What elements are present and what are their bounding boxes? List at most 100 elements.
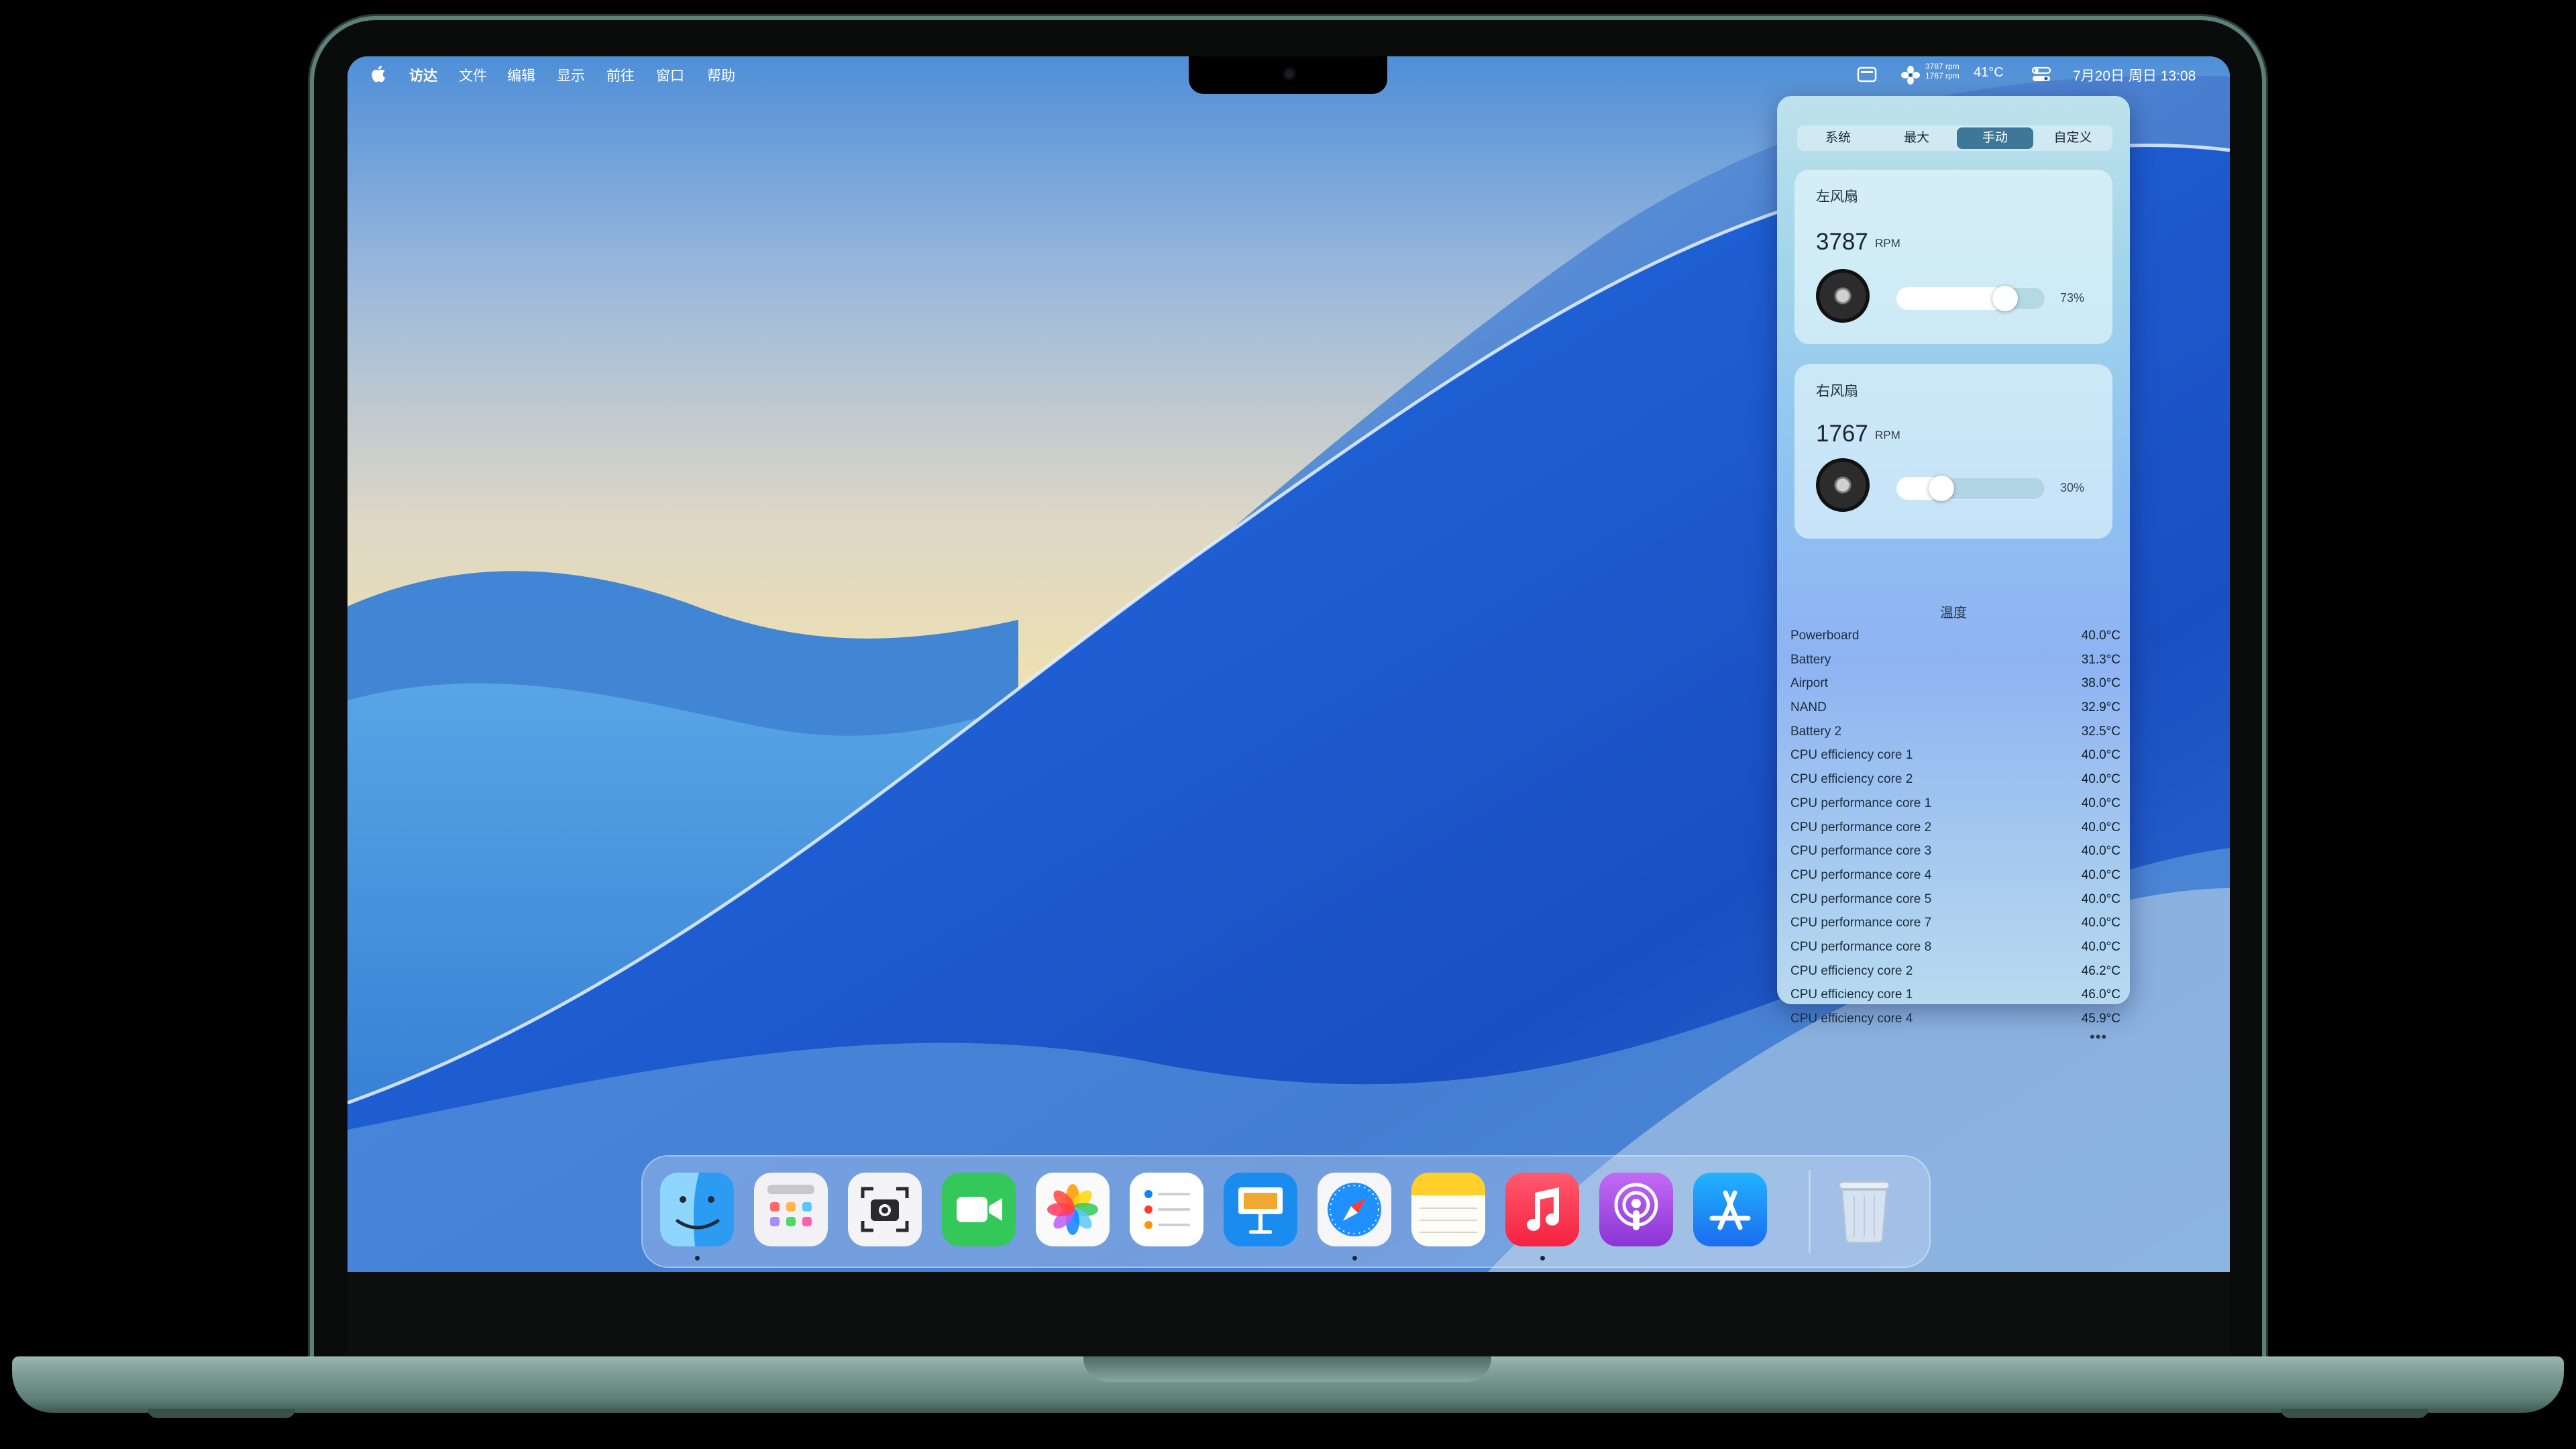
left-fan-slider-knob[interactable]	[1992, 286, 2018, 311]
keynote-icon[interactable]	[1224, 1173, 1297, 1246]
right-fan-rpm-unit: RPM	[1875, 429, 1900, 441]
launchpad-icon[interactable]	[754, 1173, 828, 1246]
temperature-sensor-value: 40.0°C	[2081, 916, 2121, 930]
temperature-row: CPU performance core 3 40.0°C	[1790, 844, 2121, 868]
reminders-icon[interactable]	[1130, 1173, 1203, 1246]
temperature-sensor-name: CPU efficiency core 2	[1790, 963, 1913, 978]
temperature-row: Powerboard 40.0°C	[1790, 629, 2121, 653]
menu-edit[interactable]: 编辑	[507, 65, 535, 85]
fan-speed-line-right: 1767 rpm	[1925, 71, 1960, 80]
temperature-sensor-name: CPU performance core 8	[1790, 939, 1932, 954]
temperature-sensor-name: CPU efficiency core 4	[1790, 1012, 1913, 1026]
temperature-sensor-name: Battery	[1790, 652, 1831, 667]
temperature-sensor-value: 40.0°C	[2081, 867, 2121, 882]
left-fan-title: 左风扇	[1816, 189, 1858, 205]
temperature-sensor-value: 40.0°C	[2081, 844, 2121, 859]
temperature-sensor-value: 32.5°C	[2081, 724, 2121, 739]
left-fan-rpm-unit: RPM	[1875, 237, 1900, 250]
menu-window[interactable]: 窗口	[656, 65, 684, 85]
temperature-row: CPU performance core 7 40.0°C	[1790, 916, 2121, 940]
temperature-row: Airport 38.0°C	[1790, 676, 2121, 700]
fan-speed-line-left: 3787 rpm	[1925, 62, 1960, 71]
temperature-sensor-value: 38.0°C	[2081, 676, 2121, 691]
laptop-foot-left	[148, 1409, 295, 1418]
temperature-row: CPU performance core 1 40.0°C	[1790, 796, 2121, 820]
window-status-icon[interactable]	[1857, 66, 1877, 83]
screen: 访达 文件 编辑 显示 前往 窗口 帮助 3787 rpm 1767 rpm 4…	[347, 56, 2230, 1272]
mode-max-button[interactable]: 最大	[1878, 127, 1955, 149]
laptop-bezel-bottom	[347, 1272, 2230, 1366]
safari-icon[interactable]	[1318, 1173, 1391, 1246]
safari-running-indicator	[1352, 1256, 1357, 1260]
temperature-sensor-name: Powerboard	[1790, 629, 1860, 643]
right-fan-percent: 30%	[2060, 481, 2085, 494]
fan-icon	[1816, 458, 1870, 512]
right-fan-slider-knob[interactable]	[1929, 476, 1954, 501]
temperature-sensor-name: CPU efficiency core 1	[1790, 987, 1913, 1002]
dock-separator	[1809, 1170, 1811, 1253]
music-running-indicator	[1540, 1256, 1545, 1260]
temperature-row: CPU efficiency core 1 46.0°C	[1790, 987, 2121, 1012]
notes-icon[interactable]	[1411, 1173, 1485, 1246]
screenshot-icon[interactable]	[848, 1173, 922, 1246]
left-fan-percent: 73%	[2060, 291, 2085, 305]
facetime-icon[interactable]	[942, 1173, 1016, 1246]
temperature-row: CPU efficiency core 2 46.2°C	[1790, 964, 2121, 988]
photos-icon[interactable]	[1036, 1173, 1110, 1246]
left-fan-slider[interactable]	[1896, 286, 2045, 311]
menu-view[interactable]: 显示	[557, 65, 585, 85]
temperature-sensor-value: 45.9°C	[2081, 1012, 2121, 1026]
mode-manual-button[interactable]: 手动	[1957, 127, 2033, 149]
temperature-sensor-value: 46.0°C	[2081, 987, 2121, 1002]
left-fan-slider-fill	[1896, 287, 2005, 310]
fan-speed-readout[interactable]: 3787 rpm 1767 rpm	[1925, 62, 1960, 80]
right-fan-card: 右风扇 1767 RPM 30%	[1794, 364, 2112, 539]
trash-icon[interactable]	[1827, 1173, 1901, 1246]
temperature-readout[interactable]: 41°C	[1974, 65, 2004, 80]
temperature-row: Battery 31.3°C	[1790, 653, 2121, 677]
mode-system-button[interactable]: 系统	[1800, 127, 1876, 149]
temperature-sensor-name: NAND	[1790, 700, 1827, 715]
temperature-row: CPU efficiency core 1 40.0°C	[1790, 748, 2121, 772]
control-center-icon[interactable]	[2031, 66, 2051, 83]
temperature-row: CPU efficiency core 4 45.9°C	[1790, 1012, 2121, 1036]
music-icon[interactable]	[1505, 1173, 1579, 1246]
temperature-sensor-name: CPU performance core 7	[1790, 916, 1932, 930]
temperature-sensor-value: 40.0°C	[2081, 748, 2121, 763]
apple-menu-icon[interactable]	[370, 63, 389, 85]
fan-status-icon[interactable]	[1901, 66, 1920, 85]
more-icon[interactable]: •••	[2090, 1028, 2107, 1046]
temperature-sensor-name: CPU performance core 5	[1790, 892, 1932, 906]
temperature-sensor-name: CPU efficiency core 2	[1790, 772, 1913, 787]
temperature-sensor-value: 40.0°C	[2081, 892, 2121, 906]
podcasts-icon[interactable]	[1599, 1173, 1673, 1246]
menu-file[interactable]: 文件	[459, 65, 487, 85]
fan-control-panel: 系统 最大 手动 自定义 左风扇 3787 RPM 73% 右风扇 1767 R…	[1777, 96, 2130, 1045]
temperature-sensor-value: 40.0°C	[2081, 796, 2121, 810]
menu-help[interactable]: 帮助	[707, 65, 735, 85]
app-store-icon[interactable]	[1693, 1173, 1767, 1246]
temperature-sensor-value: 40.0°C	[2081, 820, 2121, 835]
mode-custom-button[interactable]: 自定义	[2035, 127, 2111, 149]
temperature-sensor-name: CPU performance core 4	[1790, 867, 1932, 882]
temperature-sensor-name: CPU performance core 1	[1790, 796, 1932, 810]
temperature-sensor-value: 40.0°C	[2081, 629, 2121, 643]
right-fan-slider[interactable]	[1896, 476, 2045, 501]
left-fan-card: 左风扇 3787 RPM 73%	[1794, 170, 2112, 344]
laptop-foot-right	[2281, 1409, 2428, 1418]
menu-clock[interactable]: 7月20日 周日 13:08	[2073, 65, 2196, 85]
finder-icon[interactable]	[660, 1173, 734, 1246]
temperature-sensor-name: CPU performance core 2	[1790, 820, 1932, 835]
temperature-sensor-name: Battery 2	[1790, 724, 1842, 739]
left-fan-rpm: 3787	[1816, 229, 1868, 255]
right-fan-title: 右风扇	[1816, 384, 1858, 399]
temperature-sensor-value: 32.9°C	[2081, 700, 2121, 715]
temperature-sensor-name: CPU efficiency core 1	[1790, 748, 1913, 763]
menu-go[interactable]: 前往	[606, 65, 635, 85]
temperature-sensor-value: 31.3°C	[2081, 652, 2121, 667]
temperature-row: CPU performance core 4 40.0°C	[1790, 868, 2121, 892]
finder-running-indicator	[695, 1256, 700, 1260]
temperature-list: Powerboard 40.0°C Battery 31.3°C Airport 38.0…	[1790, 629, 2121, 1036]
temperature-row: CPU efficiency core 2 40.0°C	[1790, 772, 2121, 796]
menu-app-name[interactable]: 访达	[409, 65, 437, 85]
